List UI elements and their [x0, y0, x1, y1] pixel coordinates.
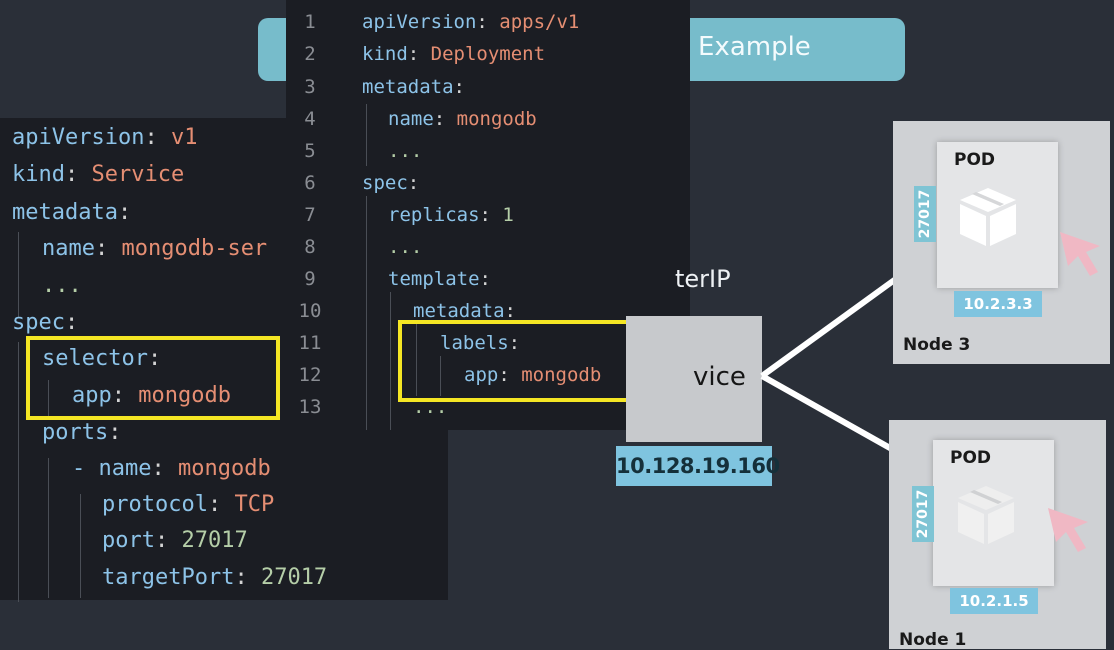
pod-ip-label: 10.2.3.3 — [954, 291, 1042, 317]
port-tag: 27017 — [912, 486, 934, 542]
pod-label: POD — [954, 150, 996, 170]
cursor-icon — [1048, 508, 1088, 552]
node-label: Node 1 — [899, 630, 967, 650]
container-icon — [958, 486, 1014, 544]
pod-ip-label: 10.2.1.5 — [950, 588, 1038, 614]
node-label: Node 3 — [903, 335, 971, 355]
container-icon — [960, 188, 1016, 246]
pod-label: POD — [950, 448, 992, 468]
port-tag: 27017 — [914, 186, 936, 242]
cursor-icon — [1060, 232, 1100, 276]
